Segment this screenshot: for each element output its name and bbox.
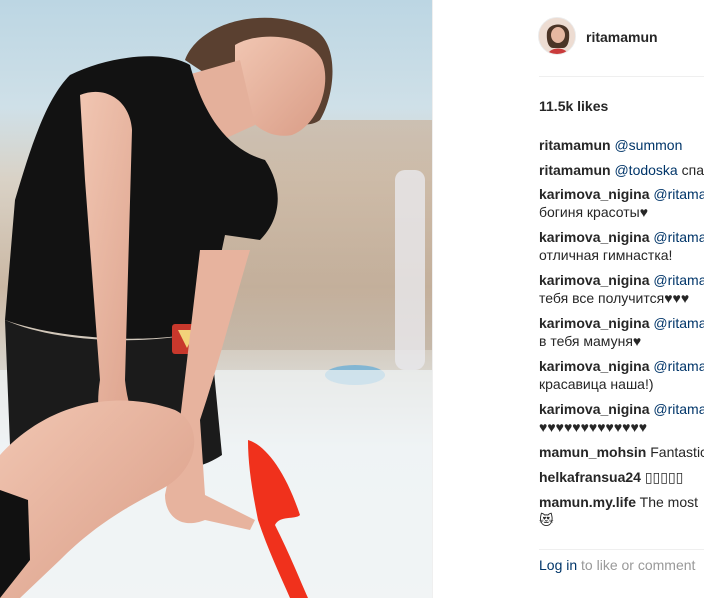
avatar[interactable]: [538, 17, 576, 55]
comment-mention[interactable]: @todoska: [614, 162, 677, 178]
footer-divider: [539, 549, 704, 550]
comment-username[interactable]: karimova_nigina: [539, 229, 650, 245]
comment-item: karimova_nigina @ritama в тебя мамуня♥: [539, 314, 704, 350]
post-sidebar: ritamamun 11.5k likes ritamamun @summon …: [433, 0, 704, 598]
comment-text: в тебя мамуня♥: [539, 333, 642, 349]
comment-username[interactable]: ritamamun: [539, 162, 611, 178]
comment-username[interactable]: mamun.my.life: [539, 494, 636, 510]
comment-text: ▯▯▯▯▯: [640, 469, 684, 485]
comment-item: karimova_nigina @ritama ♥♥♥♥♥♥♥♥♥♥♥♥♥: [539, 400, 704, 436]
gymnast-illustration: [0, 17, 432, 598]
comment-item: karimova_nigina @ritama богиня красоты♥: [539, 185, 704, 221]
login-prompt: Log in to like or comment: [539, 557, 695, 573]
comment-item: karimova_nigina @ritama отличная гимнаст…: [539, 228, 704, 264]
comment-item: helkafransua24 ▯▯▯▯▯: [539, 468, 683, 486]
comment-text: богиня красоты♥: [539, 204, 649, 220]
comment-username[interactable]: karimova_nigina: [539, 315, 650, 331]
comment-mention[interactable]: @ritama: [653, 272, 704, 288]
comment-item: ritamamun @summon: [539, 136, 682, 154]
header-divider: [539, 76, 704, 77]
comment-item: karimova_nigina @ritama тебя все получит…: [539, 271, 704, 307]
comment-text: красавица наша!): [539, 376, 654, 392]
comment-text: Fantastic: [646, 444, 704, 460]
comment-text: спа: [677, 162, 704, 178]
comment-item: ritamamun @todoska спа: [539, 161, 704, 179]
comment-mention[interactable]: @summon: [614, 137, 682, 153]
post-photo[interactable]: [0, 0, 432, 598]
likes-count[interactable]: 11.5k likes: [539, 98, 608, 114]
comment-username[interactable]: ritamamun: [539, 137, 611, 153]
post-header: ritamamun: [433, 0, 704, 76]
login-suffix-text: to like or comment: [577, 557, 696, 573]
background-pillar: [395, 170, 425, 370]
post-author-username[interactable]: ritamamun: [586, 29, 658, 45]
comment-item: mamun_mohsin Fantastic: [539, 443, 704, 461]
profile-avatar-icon: [539, 18, 575, 54]
comment-mention[interactable]: @ritama: [653, 401, 704, 417]
comment-username[interactable]: karimova_nigina: [539, 186, 650, 202]
comment-username[interactable]: karimova_nigina: [539, 272, 650, 288]
comment-item: karimova_nigina @ritama красавица наша!): [539, 357, 704, 393]
comment-text: отличная гимнастка!: [539, 247, 673, 263]
comment-mention[interactable]: @ritama: [653, 358, 704, 374]
comment-text: тебя все получится♥♥♥: [539, 290, 690, 306]
comment-mention[interactable]: @ritama: [653, 315, 704, 331]
comment-item: mamun.my.life The most 😻: [539, 493, 698, 529]
comment-emoji: 😻: [539, 512, 554, 528]
comment-text: ♥♥♥♥♥♥♥♥♥♥♥♥♥: [539, 419, 648, 435]
comment-username[interactable]: karimova_nigina: [539, 401, 650, 417]
comment-mention[interactable]: @ritama: [653, 229, 704, 245]
comment-username[interactable]: mamun_mohsin: [539, 444, 646, 460]
comment-username[interactable]: karimova_nigina: [539, 358, 650, 374]
comment-mention[interactable]: @ritama: [653, 186, 704, 202]
comment-username[interactable]: helkafransua24: [539, 469, 641, 485]
comment-text: The most: [636, 494, 698, 510]
login-link[interactable]: Log in: [539, 557, 577, 573]
